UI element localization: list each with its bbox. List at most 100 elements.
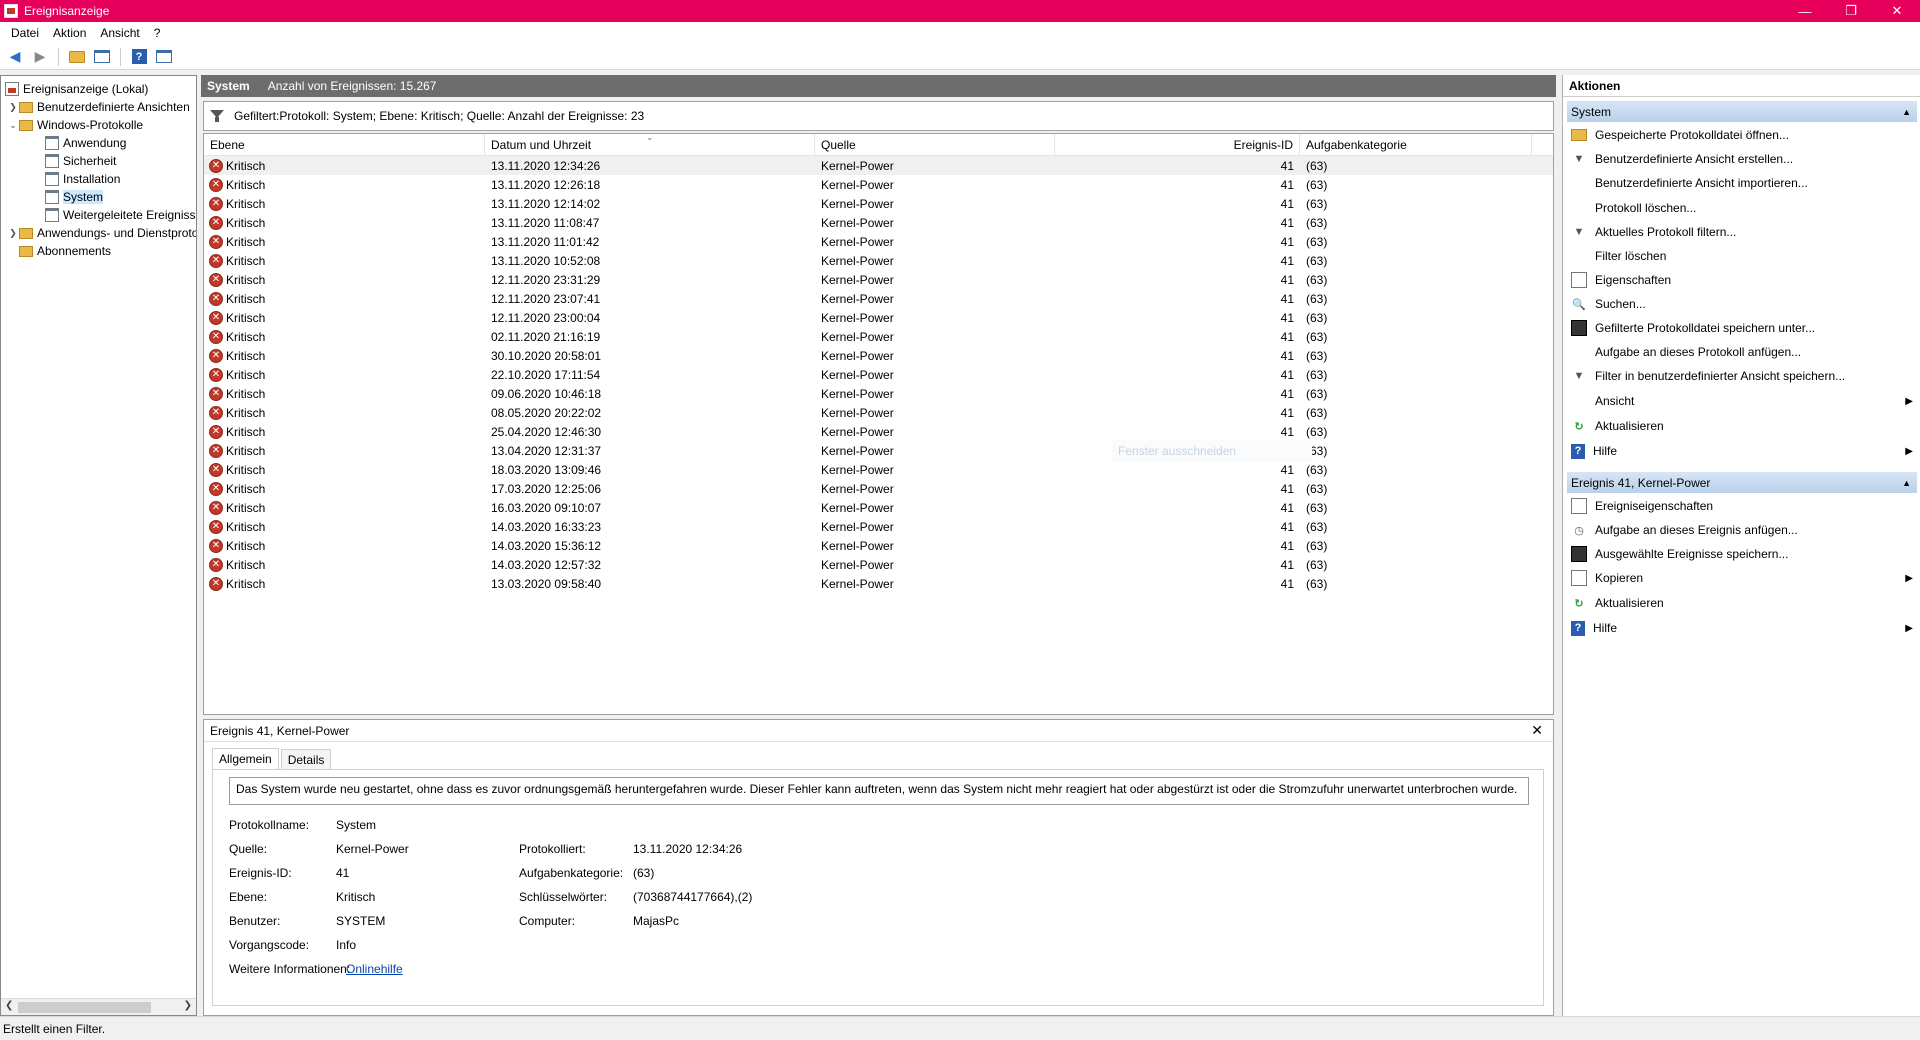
action-properties[interactable]: Eigenschaften <box>1567 268 1917 292</box>
scrollbar-thumb[interactable] <box>18 1002 151 1013</box>
help-icon[interactable]: ? <box>128 46 150 68</box>
close-button[interactable]: ✕ <box>1874 0 1920 22</box>
tree-item-windows-logs[interactable]: ⌄ Windows-Protokolle <box>7 116 143 134</box>
table-row[interactable]: ✕ Kritisch 13.11.2020 12:26:18 Kernel-Power… <box>204 175 1553 194</box>
table-row[interactable]: ✕ Kritisch 14.03.2020 15:36:12 Kernel-Power… <box>204 536 1553 555</box>
table-row[interactable]: ✕ Kritisch 30.10.2020 20:58:01 Kernel-Power… <box>204 346 1553 365</box>
actions-section-event[interactable]: Ereignis 41, Kernel-Power ▲ <box>1567 472 1917 493</box>
tree-item-sicherheit[interactable]: Sicherheit <box>45 152 116 170</box>
action-help[interactable]: ? Hilfe ▶ <box>1567 439 1917 463</box>
action-event-properties[interactable]: Ereigniseigenschaften <box>1567 494 1917 518</box>
action-filter-current-log[interactable]: ▼ Aktuelles Protokoll filtern... <box>1567 220 1917 244</box>
table-row[interactable]: ✕ Kritisch 22.10.2020 17:11:54 Kernel-Power… <box>204 365 1553 384</box>
table-row[interactable]: ✕ Kritisch 13.11.2020 12:34:26 Kernel-Power… <box>204 156 1553 175</box>
table-row[interactable]: ✕ Kritisch 13.04.2020 12:31:37 Kernel-Power… <box>204 441 1553 460</box>
table-row[interactable]: ✕ Kritisch 13.03.2020 09:58:40 Kernel-Power… <box>204 574 1553 593</box>
value-quelle[interactable]: Kernel-Power <box>336 842 409 856</box>
action-open-saved-log[interactable]: Gespeicherte Protokolldatei öffnen... <box>1567 123 1917 147</box>
menu-aktion[interactable]: Aktion <box>46 26 93 40</box>
tree-item-forwarded-events[interactable]: Weitergeleitete Ereignisse <box>45 206 196 224</box>
table-row[interactable]: ✕ Kritisch 02.11.2020 21:16:19 Kernel-Power… <box>204 327 1553 346</box>
table-row[interactable]: ✕ Kritisch 13.11.2020 11:08:47 Kernel-Power… <box>204 213 1553 232</box>
action-copy[interactable]: Kopieren ▶ <box>1567 566 1917 590</box>
cell-source: Kernel-Power <box>821 272 894 287</box>
label-aufgabenkategorie: Aufgabenkategorie: <box>519 866 624 880</box>
action-clear-log[interactable]: Protokoll löschen... <box>1567 196 1917 220</box>
chevron-right-icon[interactable]: ❯ <box>7 102 19 113</box>
action-attach-task-to-event[interactable]: ◷ Aufgabe an dieses Ereignis anfügen... <box>1567 518 1917 542</box>
action-save-selected-events[interactable]: Ausgewählte Ereignisse speichern... <box>1567 542 1917 566</box>
show-hide-action-pane-icon[interactable] <box>153 46 175 68</box>
table-row[interactable]: ✕ Kritisch 18.03.2020 13:09:46 Kernel-Power… <box>204 460 1553 479</box>
table-row[interactable]: ✕ Kritisch 12.11.2020 23:00:04 Kernel-Power… <box>204 308 1553 327</box>
action-help-event[interactable]: ? Hilfe ▶ <box>1567 616 1917 640</box>
table-row[interactable]: ✕ Kritisch 08.05.2020 20:22:02 Kernel-Power… <box>204 403 1553 422</box>
properties-icon <box>1571 498 1587 514</box>
table-row[interactable]: ✕ Kritisch 17.03.2020 12:25:06 Kernel-Power… <box>204 479 1553 498</box>
menu-datei[interactable]: Datei <box>4 26 46 40</box>
action-save-filtered-log[interactable]: Gefilterte Protokolldatei speichern unte… <box>1567 316 1917 340</box>
column-header-ebene[interactable]: Ebene <box>204 134 485 156</box>
value-computer[interactable]: MajasPc <box>633 914 679 928</box>
action-import-custom-view[interactable]: Benutzerdefinierte Ansicht importieren..… <box>1567 171 1917 195</box>
value-vorgangscode[interactable]: Info <box>336 938 356 952</box>
tree-item-system[interactable]: System <box>45 188 104 206</box>
close-icon[interactable]: ✕ <box>1531 722 1543 739</box>
actions-section-system[interactable]: System ▲ <box>1567 101 1917 122</box>
menu-help[interactable]: ? <box>147 26 168 40</box>
cell-date: 12.11.2020 23:07:41 <box>491 291 601 306</box>
restore-button[interactable]: ❐ <box>1828 0 1874 22</box>
value-benutzer[interactable]: SYSTEM <box>336 914 385 928</box>
show-hide-tree-icon[interactable] <box>91 46 113 68</box>
column-header-ereignis-id[interactable]: Ereignis-ID <box>1055 134 1300 156</box>
table-row[interactable]: ✕ Kritisch 14.03.2020 12:57:32 Kernel-Power… <box>204 555 1553 574</box>
collapse-up-icon[interactable]: ▲ <box>1902 478 1911 488</box>
action-refresh-event[interactable]: ↻ Aktualisieren <box>1567 591 1917 615</box>
table-row[interactable]: ✕ Kritisch 13.11.2020 10:52:08 Kernel-Power… <box>204 251 1553 270</box>
action-view[interactable]: Ansicht ▶ <box>1567 389 1917 413</box>
action-find[interactable]: 🔍 Suchen... <box>1567 292 1917 316</box>
action-save-filter-custom-view[interactable]: ▼ Filter in benutzerdefinierter Ansicht s… <box>1567 364 1917 388</box>
tree-item-subscriptions[interactable]: Abonnements <box>19 242 111 260</box>
online-help-link[interactable]: Onlinehilfe <box>346 962 403 976</box>
tree-item-installation[interactable]: Installation <box>45 170 120 188</box>
table-row[interactable]: ✕ Kritisch 14.03.2020 16:33:23 Kernel-Power… <box>204 517 1553 536</box>
table-row[interactable]: ✕ Kritisch 09.06.2020 10:46:18 Kernel-Power… <box>204 384 1553 403</box>
tree-item-root[interactable]: Ereignisanzeige (Lokal) <box>5 80 148 98</box>
scroll-right-icon[interactable]: ❯ <box>184 1000 192 1011</box>
value-protokolliert[interactable]: 13.11.2020 12:34:26 <box>633 842 742 856</box>
table-row[interactable]: ✕ Kritisch 25.04.2020 12:46:30 Kernel-Power… <box>204 422 1553 441</box>
column-header-aufgabenkategorie[interactable]: Aufgabenkategorie <box>1300 134 1532 156</box>
tree-item-custom-views[interactable]: ❯ Benutzerdefinierte Ansichten <box>7 98 190 116</box>
value-schluesselwoerter[interactable]: (70368744177664),(2) <box>633 890 752 904</box>
menu-ansicht[interactable]: Ansicht <box>93 26 146 40</box>
table-row[interactable]: ✕ Kritisch 12.11.2020 23:31:29 Kernel-Power… <box>204 270 1553 289</box>
value-ereignis-id[interactable]: 41 <box>336 866 349 880</box>
tree-item-anwendung[interactable]: Anwendung <box>45 134 126 152</box>
value-aufgabenkategorie[interactable]: (63) <box>633 866 654 880</box>
table-row[interactable]: ✕ Kritisch 12.11.2020 23:07:41 Kernel-Power… <box>204 289 1553 308</box>
action-refresh[interactable]: ↻ Aktualisieren <box>1567 414 1917 438</box>
chevron-down-icon[interactable]: ⌄ <box>7 120 19 131</box>
scroll-left-icon[interactable]: ❮ <box>5 1000 13 1011</box>
event-description[interactable]: Das System wurde neu gestartet, ohne das… <box>229 777 1529 805</box>
table-row[interactable]: ✕ Kritisch 13.11.2020 12:14:02 Kernel-Power… <box>204 194 1553 213</box>
table-row[interactable]: ✕ Kritisch 13.11.2020 11:01:42 Kernel-Power… <box>204 232 1553 251</box>
tree-item-app-service-logs[interactable]: ❯ Anwendungs- und Dienstprotokolle <box>7 224 196 242</box>
tab-details[interactable]: Details <box>280 749 332 769</box>
minimize-button[interactable]: — <box>1782 0 1828 22</box>
action-create-custom-view[interactable]: ▼ Benutzerdefinierte Ansicht erstellen... <box>1567 147 1917 171</box>
value-ebene[interactable]: Kritisch <box>336 890 375 904</box>
chevron-right-icon[interactable]: ❯ <box>7 228 19 239</box>
action-attach-task-to-log[interactable]: Aufgabe an dieses Protokoll anfügen... <box>1567 340 1917 364</box>
tree-horizontal-scrollbar[interactable]: ❮ ❯ <box>1 998 196 1015</box>
up-folder-icon[interactable] <box>66 46 88 68</box>
back-arrow-icon[interactable]: ◀ <box>4 46 26 68</box>
collapse-up-icon[interactable]: ▲ <box>1902 107 1911 117</box>
table-row[interactable]: ✕ Kritisch 16.03.2020 09:10:07 Kernel-Power… <box>204 498 1553 517</box>
tab-allgemein[interactable]: Allgemein <box>212 748 279 769</box>
value-protokollname[interactable]: System <box>336 818 376 832</box>
action-clear-filter[interactable]: Filter löschen <box>1567 244 1917 268</box>
forward-arrow-icon[interactable]: ▶ <box>29 46 51 68</box>
column-header-quelle[interactable]: Quelle <box>815 134 1055 156</box>
